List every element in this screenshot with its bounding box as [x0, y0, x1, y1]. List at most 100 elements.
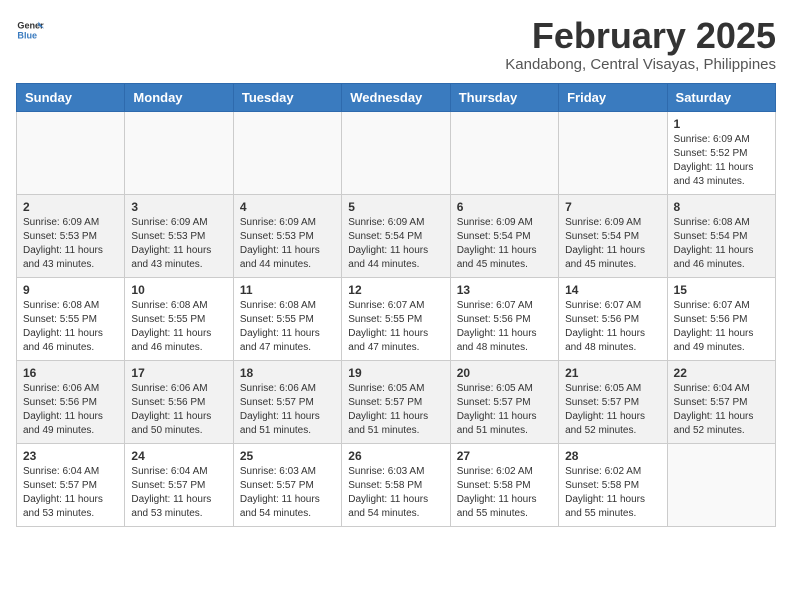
- day-info: Sunrise: 6:09 AM Sunset: 5:54 PM Dayligh…: [348, 217, 428, 270]
- day-number: 19: [348, 366, 443, 380]
- day-info: Sunrise: 6:09 AM Sunset: 5:54 PM Dayligh…: [565, 217, 645, 270]
- calendar-day-cell: [450, 111, 558, 194]
- calendar-day-cell: 28 Sunrise: 6:02 AM Sunset: 5:58 PM Dayli…: [559, 443, 667, 526]
- day-info: Sunrise: 6:02 AM Sunset: 5:58 PM Dayligh…: [457, 466, 537, 519]
- calendar-day-cell: [125, 111, 233, 194]
- day-info: Sunrise: 6:09 AM Sunset: 5:52 PM Dayligh…: [674, 134, 754, 187]
- calendar-week-row: 16 Sunrise: 6:06 AM Sunset: 5:56 PM Dayli…: [17, 360, 776, 443]
- logo: General Blue: [16, 16, 44, 44]
- calendar-day-cell: 26 Sunrise: 6:03 AM Sunset: 5:58 PM Dayli…: [342, 443, 450, 526]
- day-number: 23: [23, 449, 118, 463]
- calendar-day-cell: 17 Sunrise: 6:06 AM Sunset: 5:56 PM Dayli…: [125, 360, 233, 443]
- day-number: 3: [131, 200, 226, 214]
- logo-icon: General Blue: [16, 16, 44, 44]
- day-number: 25: [240, 449, 335, 463]
- day-of-week-header: Friday: [559, 83, 667, 111]
- day-info: Sunrise: 6:09 AM Sunset: 5:53 PM Dayligh…: [240, 217, 320, 270]
- calendar-week-row: 2 Sunrise: 6:09 AM Sunset: 5:53 PM Daylig…: [17, 194, 776, 277]
- day-number: 21: [565, 366, 660, 380]
- day-info: Sunrise: 6:08 AM Sunset: 5:55 PM Dayligh…: [131, 300, 211, 353]
- calendar-day-cell: 5 Sunrise: 6:09 AM Sunset: 5:54 PM Daylig…: [342, 194, 450, 277]
- day-of-week-header: Sunday: [17, 83, 125, 111]
- calendar-day-cell: 19 Sunrise: 6:05 AM Sunset: 5:57 PM Dayli…: [342, 360, 450, 443]
- calendar-header-row: SundayMondayTuesdayWednesdayThursdayFrid…: [17, 83, 776, 111]
- day-number: 24: [131, 449, 226, 463]
- day-info: Sunrise: 6:05 AM Sunset: 5:57 PM Dayligh…: [348, 383, 428, 436]
- day-info: Sunrise: 6:07 AM Sunset: 5:56 PM Dayligh…: [674, 300, 754, 353]
- calendar-day-cell: 10 Sunrise: 6:08 AM Sunset: 5:55 PM Dayli…: [125, 277, 233, 360]
- calendar-day-cell: 16 Sunrise: 6:06 AM Sunset: 5:56 PM Dayli…: [17, 360, 125, 443]
- calendar-day-cell: 25 Sunrise: 6:03 AM Sunset: 5:57 PM Dayli…: [233, 443, 341, 526]
- calendar-day-cell: 3 Sunrise: 6:09 AM Sunset: 5:53 PM Daylig…: [125, 194, 233, 277]
- day-number: 26: [348, 449, 443, 463]
- day-info: Sunrise: 6:07 AM Sunset: 5:56 PM Dayligh…: [457, 300, 537, 353]
- day-of-week-header: Saturday: [667, 83, 775, 111]
- day-number: 14: [565, 283, 660, 297]
- day-number: 20: [457, 366, 552, 380]
- svg-text:Blue: Blue: [17, 30, 37, 40]
- day-number: 10: [131, 283, 226, 297]
- day-number: 1: [674, 117, 769, 131]
- calendar-day-cell: 20Sunrise: 6:05 AM Sunset: 5:57 PM Dayli…: [450, 360, 558, 443]
- day-number: 17: [131, 366, 226, 380]
- day-info: Sunrise: 6:09 AM Sunset: 5:54 PM Dayligh…: [457, 217, 537, 270]
- location-subtitle: Kandabong, Central Visayas, Philippines: [505, 56, 776, 73]
- day-number: 5: [348, 200, 443, 214]
- day-info: Sunrise: 6:07 AM Sunset: 5:56 PM Dayligh…: [565, 300, 645, 353]
- day-number: 16: [23, 366, 118, 380]
- calendar-week-row: 23 Sunrise: 6:04 AM Sunset: 5:57 PM Dayli…: [17, 443, 776, 526]
- day-number: 2: [23, 200, 118, 214]
- calendar-day-cell: 12Sunrise: 6:07 AM Sunset: 5:55 PM Dayli…: [342, 277, 450, 360]
- calendar-week-row: 9 Sunrise: 6:08 AM Sunset: 5:55 PM Daylig…: [17, 277, 776, 360]
- calendar-day-cell: 4 Sunrise: 6:09 AM Sunset: 5:53 PM Daylig…: [233, 194, 341, 277]
- day-number: 7: [565, 200, 660, 214]
- calendar-day-cell: 22 Sunrise: 6:04 AM Sunset: 5:57 PM Dayli…: [667, 360, 775, 443]
- calendar-day-cell: [233, 111, 341, 194]
- calendar-day-cell: 7 Sunrise: 6:09 AM Sunset: 5:54 PM Daylig…: [559, 194, 667, 277]
- day-info: Sunrise: 6:06 AM Sunset: 5:56 PM Dayligh…: [23, 383, 103, 436]
- day-number: 28: [565, 449, 660, 463]
- calendar-day-cell: [17, 111, 125, 194]
- calendar-day-cell: 2 Sunrise: 6:09 AM Sunset: 5:53 PM Daylig…: [17, 194, 125, 277]
- calendar-table: SundayMondayTuesdayWednesdayThursdayFrid…: [16, 83, 776, 527]
- day-number: 27: [457, 449, 552, 463]
- calendar-day-cell: 23 Sunrise: 6:04 AM Sunset: 5:57 PM Dayli…: [17, 443, 125, 526]
- day-info: Sunrise: 6:03 AM Sunset: 5:57 PM Dayligh…: [240, 466, 320, 519]
- calendar-day-cell: [342, 111, 450, 194]
- month-year-title: February 2025: [505, 16, 776, 56]
- day-number: 13: [457, 283, 552, 297]
- header: General Blue February 2025 Kandabong, Ce…: [16, 16, 776, 73]
- day-info: Sunrise: 6:06 AM Sunset: 5:56 PM Dayligh…: [131, 383, 211, 436]
- day-info: Sunrise: 6:04 AM Sunset: 5:57 PM Dayligh…: [23, 466, 103, 519]
- day-of-week-header: Tuesday: [233, 83, 341, 111]
- day-number: 6: [457, 200, 552, 214]
- calendar-week-row: 1 Sunrise: 6:09 AM Sunset: 5:52 PM Daylig…: [17, 111, 776, 194]
- calendar-day-cell: [559, 111, 667, 194]
- day-number: 9: [23, 283, 118, 297]
- calendar-day-cell: 11Sunrise: 6:08 AM Sunset: 5:55 PM Dayli…: [233, 277, 341, 360]
- day-info: Sunrise: 6:03 AM Sunset: 5:58 PM Dayligh…: [348, 466, 428, 519]
- day-info: Sunrise: 6:02 AM Sunset: 5:58 PM Dayligh…: [565, 466, 645, 519]
- day-number: 4: [240, 200, 335, 214]
- day-number: 22: [674, 366, 769, 380]
- title-section: February 2025 Kandabong, Central Visayas…: [505, 16, 776, 73]
- calendar-day-cell: 15 Sunrise: 6:07 AM Sunset: 5:56 PM Dayli…: [667, 277, 775, 360]
- day-number: 15: [674, 283, 769, 297]
- day-info: Sunrise: 6:09 AM Sunset: 5:53 PM Dayligh…: [23, 217, 103, 270]
- day-of-week-header: Thursday: [450, 83, 558, 111]
- calendar-day-cell: 6 Sunrise: 6:09 AM Sunset: 5:54 PM Daylig…: [450, 194, 558, 277]
- calendar-day-cell: 1 Sunrise: 6:09 AM Sunset: 5:52 PM Daylig…: [667, 111, 775, 194]
- day-number: 8: [674, 200, 769, 214]
- day-info: Sunrise: 6:06 AM Sunset: 5:57 PM Dayligh…: [240, 383, 320, 436]
- calendar-day-cell: 24Sunrise: 6:04 AM Sunset: 5:57 PM Dayli…: [125, 443, 233, 526]
- day-info: Sunrise: 6:08 AM Sunset: 5:55 PM Dayligh…: [23, 300, 103, 353]
- calendar-day-cell: 8Sunrise: 6:08 AM Sunset: 5:54 PM Daylig…: [667, 194, 775, 277]
- day-number: 18: [240, 366, 335, 380]
- calendar-day-cell: 21 Sunrise: 6:05 AM Sunset: 5:57 PM Dayli…: [559, 360, 667, 443]
- day-info: Sunrise: 6:09 AM Sunset: 5:53 PM Dayligh…: [131, 217, 211, 270]
- day-info: Sunrise: 6:04 AM Sunset: 5:57 PM Dayligh…: [674, 383, 754, 436]
- day-number: 12: [348, 283, 443, 297]
- day-info: Sunrise: 6:05 AM Sunset: 5:57 PM Dayligh…: [565, 383, 645, 436]
- day-number: 11: [240, 283, 335, 297]
- calendar-day-cell: 27 Sunrise: 6:02 AM Sunset: 5:58 PM Dayli…: [450, 443, 558, 526]
